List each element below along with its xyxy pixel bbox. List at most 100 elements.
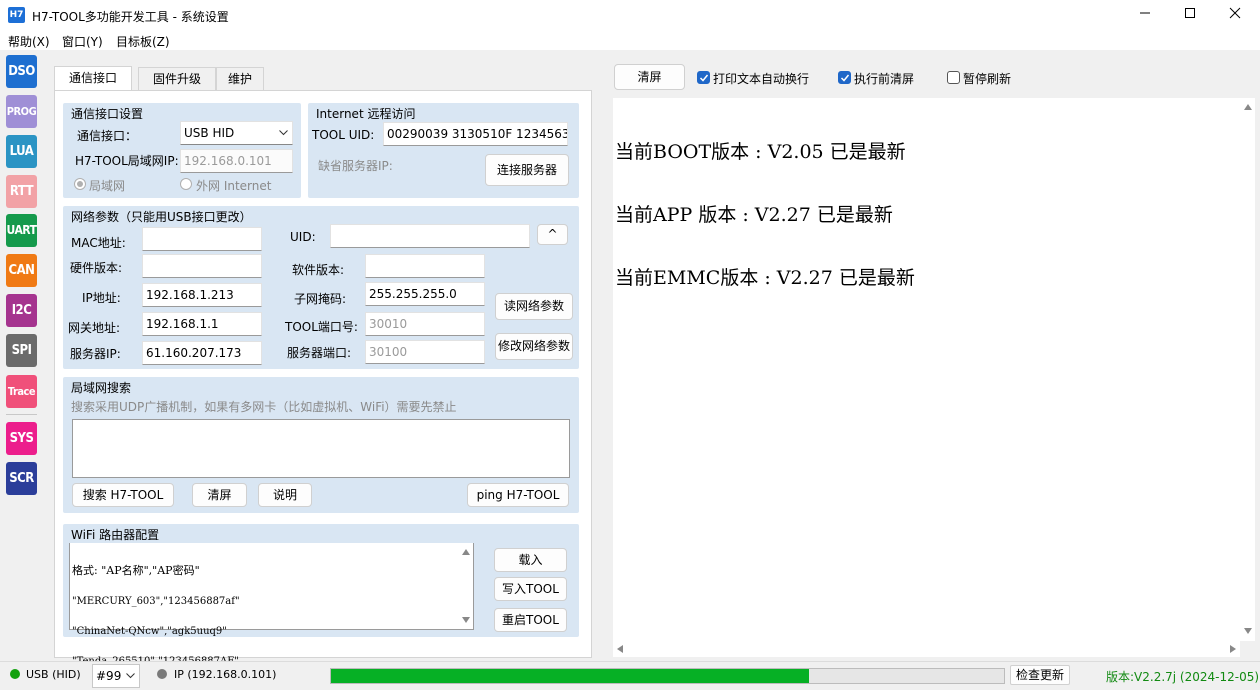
sidebar-trace-button[interactable]: Trace <box>6 375 37 408</box>
subnet-mask-field[interactable]: 255.255.255.0 <box>365 282 485 306</box>
sidebar-can-button[interactable]: CAN <box>6 254 37 287</box>
lan-help-button[interactable]: 说明 <box>258 483 312 507</box>
output-console[interactable]: 当前BOOT版本 : V2.05 已是最新 当前APP 版本 : V2.27 已… <box>613 98 1240 641</box>
menu-bar <box>0 30 1260 50</box>
auto-wrap-label: 打印文本自动换行 <box>713 72 810 86</box>
comm-interface-label: 通信接口： <box>77 129 138 143</box>
search-h7-tool-button[interactable]: 搜索 H7-TOOL <box>72 483 174 507</box>
sidebar-sys-button[interactable]: SYS <box>6 422 37 455</box>
sidebar-uart-button[interactable]: UART <box>6 214 37 247</box>
write-tool-button[interactable]: 写入TOOL <box>494 577 567 601</box>
radio-lan[interactable] <box>74 178 86 190</box>
server-ip-field[interactable]: 61.160.207.173 <box>142 341 262 365</box>
console-line: 当前EMMC版本 : V2.27 已是最新 <box>615 267 915 289</box>
server-ip-label: 服务器IP: <box>70 347 121 361</box>
mac-address-label: MAC地址: <box>71 236 126 250</box>
lan-search-results[interactable] <box>72 419 570 478</box>
menu-window[interactable]: 窗口(Y) <box>62 33 103 50</box>
sidebar-spi-button[interactable]: SPI <box>6 334 37 367</box>
clear-screen-button[interactable]: 清屏 <box>614 64 685 90</box>
close-icon <box>1229 7 1241 19</box>
radio-internet-label: 外网 Internet <box>196 179 272 193</box>
progress-bar-fill <box>331 669 809 683</box>
wifi-config-title: WiFi 路由器配置 <box>71 528 160 542</box>
tab-firmware-upgrade[interactable]: 固件升级 <box>138 67 216 90</box>
sidebar-dso-button[interactable]: DSO <box>6 55 37 88</box>
ip-status-label: IP (192.168.0.101) <box>174 668 277 681</box>
ip-address-label: IP地址: <box>82 291 121 305</box>
sidebar-i2c-button[interactable]: I2C <box>6 294 37 327</box>
hardware-version-field[interactable] <box>142 254 262 278</box>
load-button[interactable]: 载入 <box>494 548 567 572</box>
gateway-field[interactable]: 192.168.1.1 <box>142 312 262 336</box>
tab-comm-interface[interactable]: 通信接口 <box>54 66 132 91</box>
software-version-field[interactable] <box>365 254 485 278</box>
tab-maintenance[interactable]: 维护 <box>216 67 264 90</box>
lan-search-hint: 搜索采用UDP广播机制，如果有多网卡（比如虚拟机、WiFi）需要先禁止 <box>71 400 457 414</box>
subnet-mask-label: 子网掩码: <box>294 292 347 306</box>
device-select[interactable]: #99 <box>92 664 140 688</box>
uid-label: UID: <box>290 230 316 244</box>
maximize-button[interactable] <box>1167 0 1213 30</box>
version-label: 版本:V2.2.7j (2024-12-05) <box>1106 670 1260 684</box>
lan-clear-button[interactable]: 清屏 <box>192 483 247 507</box>
usb-status-label: USB (HID) <box>26 668 81 681</box>
hardware-version-label: 硬件版本: <box>70 261 123 275</box>
checkbox-unchecked-icon <box>947 71 960 84</box>
connect-server-button[interactable]: 连接服务器 <box>485 154 569 186</box>
app-logo-icon: H7 <box>8 7 25 23</box>
sidebar-prog-button[interactable]: PROG <box>6 95 37 128</box>
progress-bar <box>330 668 1005 684</box>
restart-tool-button[interactable]: 重启TOOL <box>494 608 567 632</box>
wifi-text-scrollbar[interactable] <box>458 543 473 629</box>
chevron-down-icon <box>279 130 288 136</box>
scroll-down-icon <box>1244 628 1252 634</box>
wifi-line: "MERCURY_603","123456887af" <box>72 596 240 607</box>
mac-address-field[interactable] <box>142 227 262 251</box>
expand-button[interactable]: ^ <box>537 224 568 245</box>
minimize-icon <box>1140 12 1150 14</box>
server-port-label: 服务器端口: <box>287 346 352 360</box>
tool-lan-ip-label: H7-TOOL局域网IP: <box>75 154 179 168</box>
sidebar-rtt-button[interactable]: RTT <box>6 175 37 208</box>
usb-status-icon <box>10 669 20 679</box>
sidebar-scr-button[interactable]: SCR <box>6 462 37 495</box>
menu-help[interactable]: 帮助(X) <box>8 33 50 50</box>
gateway-label: 网关地址: <box>68 321 121 335</box>
close-button[interactable] <box>1212 0 1258 30</box>
read-network-params-button[interactable]: 读网络参数 <box>495 293 573 320</box>
comm-interface-select[interactable]: USB HID <box>180 121 293 145</box>
pause-refresh-label: 暂停刷新 <box>963 72 1012 86</box>
tool-uid-field[interactable]: 00290039 3130510F 12345638 <box>383 122 568 146</box>
console-vertical-scrollbar[interactable] <box>1240 98 1255 641</box>
default-server-ip-label: 缺省服务器IP: <box>318 159 393 173</box>
console-line: 当前BOOT版本 : V2.05 已是最新 <box>615 141 906 163</box>
radio-lan-label: 局域网 <box>89 179 126 193</box>
console-line: 当前APP 版本 : V2.27 已是最新 <box>615 204 893 226</box>
scroll-left-icon <box>617 645 623 653</box>
checkbox-checked-icon <box>697 71 710 84</box>
server-port-field[interactable]: 30100 <box>365 340 485 364</box>
checkbox-checked-icon <box>838 71 851 84</box>
radio-internet[interactable] <box>180 178 192 190</box>
menu-target-board[interactable]: 目标板(Z) <box>116 33 170 50</box>
console-horizontal-scrollbar[interactable] <box>613 641 1240 657</box>
modify-network-params-button[interactable]: 修改网络参数 <box>495 333 573 360</box>
ping-h7-tool-button[interactable]: ping H7-TOOL <box>467 483 569 507</box>
tool-lan-ip-field[interactable]: 192.168.0.101 <box>180 149 293 173</box>
wifi-config-text[interactable]: 格式: "AP名称","AP密码" "MERCURY_603","1234568… <box>69 543 474 667</box>
sidebar-divider <box>6 414 37 415</box>
comm-settings-title: 通信接口设置 <box>71 107 144 121</box>
clear-before-run-label: 执行前清屏 <box>854 72 915 86</box>
uid-field[interactable] <box>330 224 530 248</box>
minimize-button[interactable] <box>1122 0 1168 30</box>
chevron-down-icon <box>126 673 135 679</box>
scroll-up-icon <box>1244 104 1252 110</box>
scroll-up-icon <box>462 549 470 555</box>
sidebar-lua-button[interactable]: LUA <box>6 135 37 168</box>
window-title: H7-TOOL多功能开发工具 - 系统设置 <box>32 10 229 24</box>
check-update-button[interactable]: 检查更新 <box>1010 665 1070 685</box>
wifi-line: 格式: "AP名称","AP密码" <box>72 564 200 577</box>
ip-address-field[interactable]: 192.168.1.213 <box>142 283 262 307</box>
tool-port-field[interactable]: 30010 <box>365 312 485 336</box>
